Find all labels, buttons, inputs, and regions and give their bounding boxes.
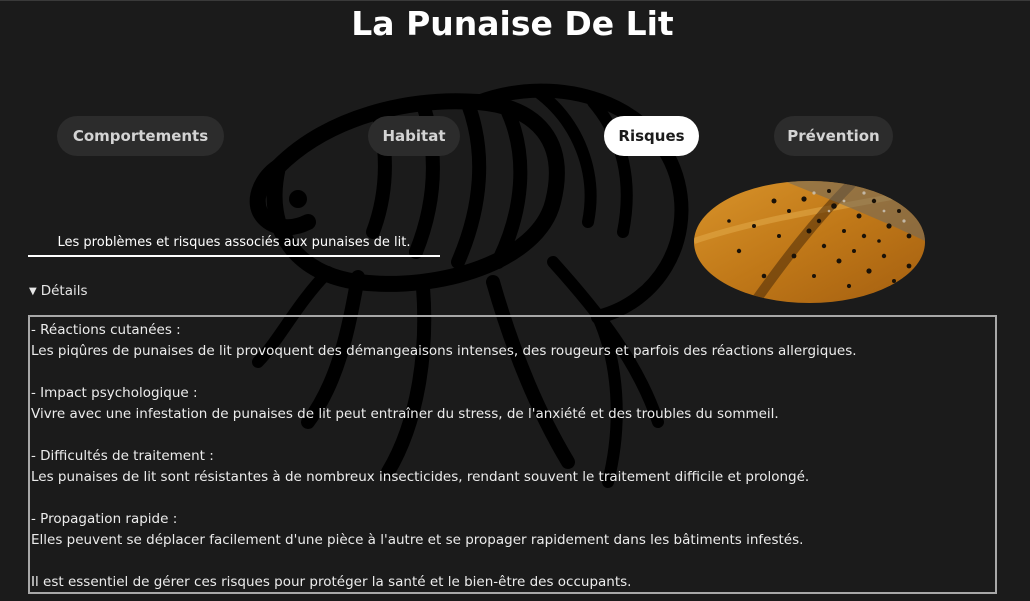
details-summary-label: Détails (40, 283, 88, 299)
page: La Punaise De Lit Comportements Habitat … (0, 0, 1030, 601)
bedbug-infestation-photo (694, 181, 925, 303)
disclosure-triangle-down-icon: ▼ (29, 286, 37, 297)
top-divider (0, 0, 1030, 1)
tab-risques[interactable]: Risques (604, 116, 699, 156)
spread-title: - Propagation rapide : (31, 511, 178, 527)
reactions-title: - Réactions cutanées : (31, 322, 181, 338)
tab-comportements[interactable]: Comportements (57, 116, 224, 156)
treatment-title: - Difficultés de traitement : (31, 448, 214, 464)
page-title: La Punaise De Lit (351, 4, 674, 43)
section-subtitle: Les problèmes et risques associés aux pu… (28, 230, 440, 257)
psych-text: Vivre avec une infestation de punaises d… (31, 406, 779, 422)
treatment-text: Les punaises de lit sont résistantes à d… (31, 469, 810, 485)
tab-prevention[interactable]: Prévention (774, 116, 893, 156)
spread-text: Elles peuvent se déplacer facilement d'u… (31, 532, 804, 548)
conclusion-text: Il est essentiel de gérer ces risques po… (31, 574, 632, 590)
reactions-text: Les piqûres de punaises de lit provoquen… (31, 343, 857, 359)
bedbug-photo-graphic (694, 181, 925, 303)
details-summary[interactable]: ▼ Détails (29, 281, 88, 301)
tab-habitat[interactable]: Habitat (368, 116, 460, 156)
details-content: - Réactions cutanées : Les piqûres de pu… (28, 315, 997, 594)
psych-title: - Impact psychologique : (31, 385, 198, 401)
